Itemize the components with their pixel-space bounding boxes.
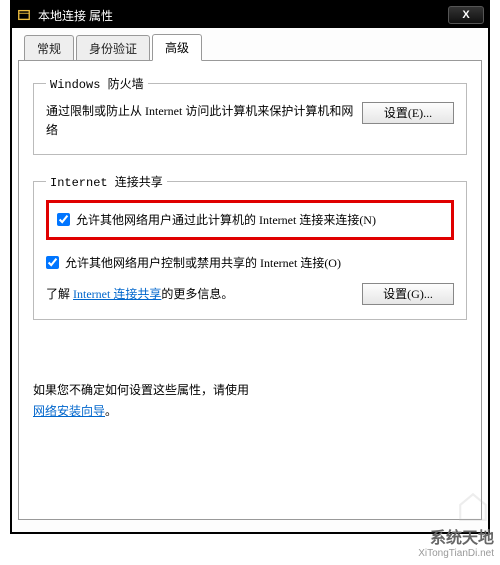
firewall-group: Windows 防火墙 通过限制或防止从 Internet 访问此计算机来保护计…: [33, 75, 467, 155]
highlight-box: 允许其他网络用户通过此计算机的 Internet 连接来连接(N): [46, 200, 454, 239]
footer-line1: 如果您不确定如何设置这些属性，请使用: [33, 383, 249, 397]
close-icon: X: [462, 9, 469, 21]
close-button[interactable]: X: [448, 6, 484, 24]
client-area: 常规 身份验证 高级 Windows 防火墙 通过限制或防止从 Internet…: [12, 28, 488, 532]
tab-panel-advanced: Windows 防火墙 通过限制或防止从 Internet 访问此计算机来保护计…: [18, 60, 482, 520]
tab-advanced[interactable]: 高级: [152, 34, 202, 61]
tab-strip: 常规 身份验证 高级: [18, 34, 482, 61]
ics-settings-button[interactable]: 设置(G)...: [362, 283, 454, 305]
firewall-desc: 通过限制或防止从 Internet 访问此计算机来保护计算机和网络: [46, 102, 362, 140]
network-wizard-link[interactable]: 网络安装向导: [33, 404, 105, 418]
ics-group: Internet 连接共享 允许其他网络用户通过此计算机的 Internet 连…: [33, 173, 467, 319]
tab-auth[interactable]: 身份验证: [76, 35, 150, 61]
allow-connect-label: 允许其他网络用户通过此计算机的 Internet 连接来连接(N): [76, 211, 376, 230]
properties-dialog: 本地连接 属性 X 常规 身份验证 高级 Windows 防火墙 通过限制或防止…: [10, 0, 490, 534]
tab-general[interactable]: 常规: [24, 35, 74, 61]
footer-note: 如果您不确定如何设置这些属性，请使用 网络安装向导。: [33, 380, 467, 423]
ics-learn-link[interactable]: Internet 连接共享: [73, 287, 161, 301]
firewall-settings-button[interactable]: 设置(E)...: [362, 102, 454, 124]
learn-more-text: 了解 Internet 连接共享的更多信息。: [46, 285, 362, 302]
footer-suffix: 。: [105, 404, 117, 418]
window-title: 本地连接 属性: [38, 7, 448, 24]
learn-prefix: 了解: [46, 287, 73, 301]
allow-control-label: 允许其他网络用户控制或禁用共享的 Internet 连接(O): [65, 254, 341, 273]
learn-suffix: 的更多信息。: [161, 287, 233, 301]
watermark-url: XiTongTianDi.net: [418, 548, 494, 559]
ics-legend: Internet 连接共享: [46, 173, 167, 190]
allow-connect-checkbox[interactable]: [57, 213, 70, 226]
window-icon: [16, 7, 32, 23]
allow-control-checkbox[interactable]: [46, 256, 59, 269]
firewall-legend: Windows 防火墙: [46, 75, 148, 92]
titlebar: 本地连接 属性 X: [12, 2, 488, 28]
